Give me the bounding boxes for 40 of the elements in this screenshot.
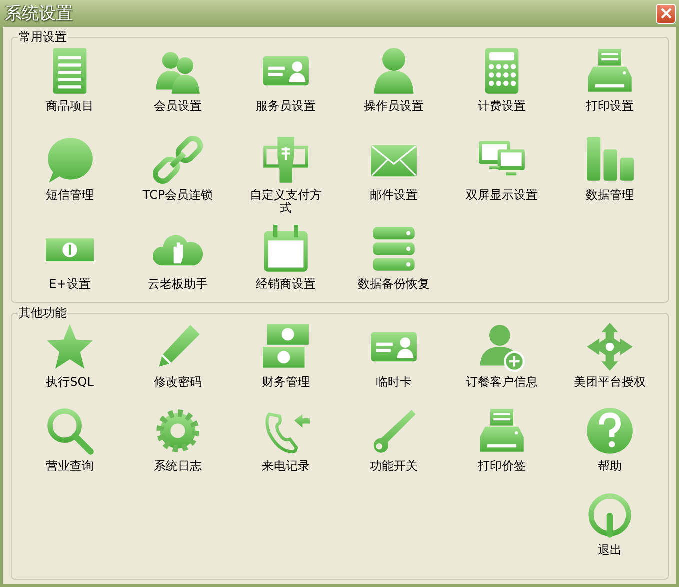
shortcut-button[interactable]: 双屏显示设置 bbox=[448, 135, 556, 224]
shortcut-button[interactable]: 自定义支付方式 bbox=[232, 135, 340, 224]
shortcut-button[interactable]: 财务管理 bbox=[232, 322, 340, 406]
shortcut-button[interactable]: 邮件设置 bbox=[340, 135, 448, 224]
shortcut-button[interactable]: 商品项目 bbox=[16, 46, 124, 135]
shortcut-button[interactable]: 计费设置 bbox=[448, 46, 556, 135]
shortcut-button[interactable]: 修改密码 bbox=[124, 322, 232, 406]
shortcut-button[interactable]: 会员设置 bbox=[124, 46, 232, 135]
window-title: 系统设置 bbox=[5, 3, 73, 25]
shortcut-button[interactable]: 服务员设置 bbox=[232, 46, 340, 135]
shortcut-button[interactable]: 功能开关 bbox=[340, 406, 448, 490]
shortcut-button[interactable]: 打印价签 bbox=[448, 406, 556, 490]
shortcut-button[interactable]: 执行SQL bbox=[16, 322, 124, 406]
shortcut-button[interactable]: 经销商设置 bbox=[232, 224, 340, 313]
help-icon bbox=[585, 406, 635, 456]
shortcut-button[interactable]: 打印设置 bbox=[556, 46, 664, 135]
shortcut-button[interactable]: 来电记录 bbox=[232, 406, 340, 490]
shortcut-button[interactable]: 帮助 bbox=[556, 406, 664, 490]
shortcut-button[interactable]: 订餐客户信息 bbox=[448, 322, 556, 406]
shortcut-button[interactable]: 退出 bbox=[556, 490, 664, 574]
shortcut-button[interactable]: 云老板助手 bbox=[124, 224, 232, 313]
shortcut-button[interactable]: 系统日志 bbox=[124, 406, 232, 490]
shortcut-button[interactable]: 美团平台授权 bbox=[556, 322, 664, 406]
shortcut-button[interactable]: 营业查询 bbox=[16, 406, 124, 490]
close-button[interactable] bbox=[656, 4, 676, 24]
shortcut-button[interactable]: 临时卡 bbox=[340, 322, 448, 406]
chain-link-icon bbox=[153, 135, 203, 185]
shortcut-button[interactable]: 短信管理 bbox=[16, 135, 124, 224]
shortcut-button[interactable]: 操作员设置 bbox=[340, 46, 448, 135]
person-add-icon bbox=[477, 322, 527, 372]
shortcut-button[interactable]: 数据备份恢复 bbox=[340, 224, 448, 313]
calendar-icon bbox=[261, 224, 311, 274]
search-icon bbox=[45, 406, 95, 456]
group-title: 其他功能 bbox=[18, 305, 68, 322]
diamond-arrows-icon bbox=[585, 322, 635, 372]
shortcut-button[interactable]: TCP会员连锁 bbox=[124, 135, 232, 224]
close-icon bbox=[660, 8, 672, 19]
group-title: 常用设置 bbox=[18, 29, 68, 46]
shortcut-button[interactable]: 数据管理 bbox=[556, 135, 664, 224]
chat-bubble-icon bbox=[45, 135, 95, 185]
